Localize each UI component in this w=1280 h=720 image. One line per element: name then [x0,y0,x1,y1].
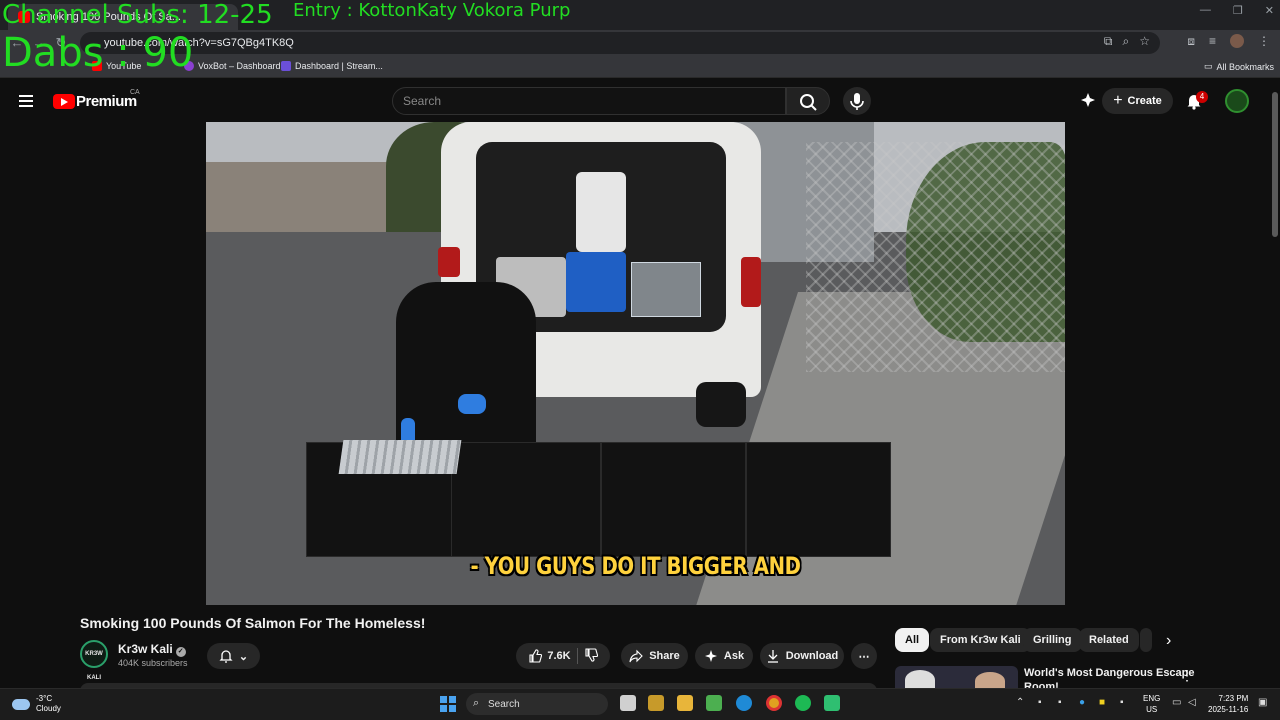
close-icon[interactable]: ✕ [1265,4,1274,17]
app-green-icon[interactable] [706,695,722,711]
like-count: 7.6K [547,650,571,662]
url-input[interactable]: youtube.com/watch?v=sG7QBg4TK8Q ⧉ ⌕ ☆ [80,32,1160,54]
search-icon: ⌕ [473,697,480,709]
thumbs-up-icon [529,649,543,663]
like-dislike-group: 7.6K [516,643,610,669]
notification-center-icon[interactable]: ▣ [1258,697,1267,708]
bell-icon [219,650,233,663]
subscriber-count: 404K subscribers [118,658,188,668]
app-w-icon[interactable] [648,695,664,711]
channel-avatar[interactable]: KR3W KALI [80,640,108,681]
chip-from-channel[interactable]: From Kr3w Kali [930,628,1031,652]
notification-badge: 4 [1196,91,1208,103]
cloud-icon [12,698,30,710]
minimize-icon[interactable]: — [1200,4,1211,17]
more-actions-button[interactable]: ⋯ [851,643,877,669]
system-clock[interactable]: 7:23 PM 2025-11-16 [1208,693,1248,715]
taskbar-search[interactable]: ⌕ Search [466,693,608,715]
video-player[interactable]: - YOU GUYS DO IT BIGGER AND [206,122,1065,605]
sparkle-icon [704,650,717,662]
tray-icon-2[interactable]: ▪ [1058,697,1062,708]
youtube-logo-icon[interactable] [53,94,75,109]
windows-start-icon[interactable] [440,696,456,712]
download-icon [767,650,778,663]
zoom-icon[interactable]: ⌕ [1123,34,1130,49]
window-controls: — ❐ ✕ [1200,4,1274,17]
spotify-icon[interactable] [795,695,811,711]
share-icon [629,649,643,663]
volume-icon[interactable]: ◁ [1188,697,1196,708]
edge-icon[interactable] [736,695,752,711]
share-button[interactable]: Share [621,643,688,669]
bookmark-streamlabs[interactable]: Dashboard | Stream... [281,61,383,71]
chip-grilling[interactable]: Grilling [1023,628,1082,652]
overlay-entry: Entry : KottonKaty Vokora Purp [293,0,571,21]
tray-icon-5[interactable]: ▪ [1120,697,1124,708]
search-icon [800,94,817,111]
thumbs-down-icon [585,647,598,662]
all-bookmarks[interactable]: ▭ All Bookmarks [1204,61,1274,72]
media-icon[interactable]: ≡ [1209,34,1216,49]
download-button[interactable]: Download [760,643,844,669]
network-icon[interactable]: ▭ [1172,697,1181,708]
video-caption: - YOU GUYS DO IT BIGGER AND [470,552,801,580]
ai-sparkle-icon[interactable] [1080,92,1096,113]
chrome-icon[interactable] [766,695,782,711]
chevron-down-icon: ⌄ [238,650,249,663]
file-explorer-icon[interactable] [677,695,693,711]
account-avatar[interactable] [1225,89,1249,113]
app-bot-icon[interactable] [824,695,840,711]
menu-icon[interactable] [19,95,33,107]
install-icon[interactable]: ⧉ [1104,34,1113,49]
video-title: Smoking 100 Pounds Of Salmon For The Hom… [80,615,426,631]
recommended-thumbnail[interactable] [895,666,1018,690]
microphone-icon [850,93,864,110]
plus-icon: + [1113,92,1123,109]
browser-toolbar-right: ⧈ ≡ ⋮ [1187,34,1270,49]
verified-icon: ✓ [175,647,186,657]
like-button[interactable]: 7.6K [528,649,571,663]
overlay-channel-subs: Channel Subs: 12-25 [2,0,273,30]
chip-related[interactable]: Related [1079,628,1139,652]
subscription-bell-button[interactable]: ⌄ [207,643,260,669]
folder-icon: ▭ [1204,61,1213,71]
more-vertical-icon[interactable]: ⋮ [1180,667,1194,684]
search-button[interactable] [786,87,830,115]
overlay-dabs: Dabs : 90 [2,30,194,76]
search-input[interactable]: Search [392,87,786,115]
profile-avatar[interactable] [1230,34,1244,48]
menu-dots-icon[interactable]: ⋮ [1258,34,1270,49]
chip-all[interactable]: All [895,628,930,652]
task-view-icon[interactable] [620,695,636,711]
dislike-button[interactable] [584,647,598,665]
weather-widget[interactable]: -3°C Cloudy [12,694,61,714]
region-code: CA [130,89,140,96]
weather-condition: Cloudy [36,704,61,713]
tray-chevron-icon[interactable]: ⌃ [1016,697,1024,708]
more-horizontal-icon: ⋯ [858,650,870,663]
chevron-right-icon[interactable]: › [1166,632,1171,650]
maximize-icon[interactable]: ❐ [1233,4,1243,17]
recommended-title[interactable]: World's Most Dangerous Escape [1024,667,1195,679]
tray-icon-1[interactable]: ▪ [1038,697,1042,708]
streamlabs-icon [281,61,291,71]
channel-name[interactable]: Kr3w Kali ✓ [118,642,186,657]
bookmark-voxbot[interactable]: VoxBot – Dashboard [184,61,281,71]
voice-search-button[interactable] [843,87,871,115]
star-icon[interactable]: ☆ [1139,34,1150,49]
weather-temp: -3°C [36,694,53,703]
ask-button[interactable]: Ask [695,643,753,669]
chip-partial[interactable] [1140,628,1152,652]
page-scrollbar[interactable] [1272,92,1278,237]
taskbar [0,688,1280,720]
extensions-icon[interactable]: ⧈ [1187,34,1195,49]
tray-icon-3[interactable]: ● [1079,697,1085,708]
create-button[interactable]: + Create [1102,88,1173,114]
language-indicator[interactable]: ENG US [1143,693,1160,715]
tray-icon-4[interactable]: ■ [1099,697,1105,708]
youtube-logo-text[interactable]: Premium [76,93,137,110]
